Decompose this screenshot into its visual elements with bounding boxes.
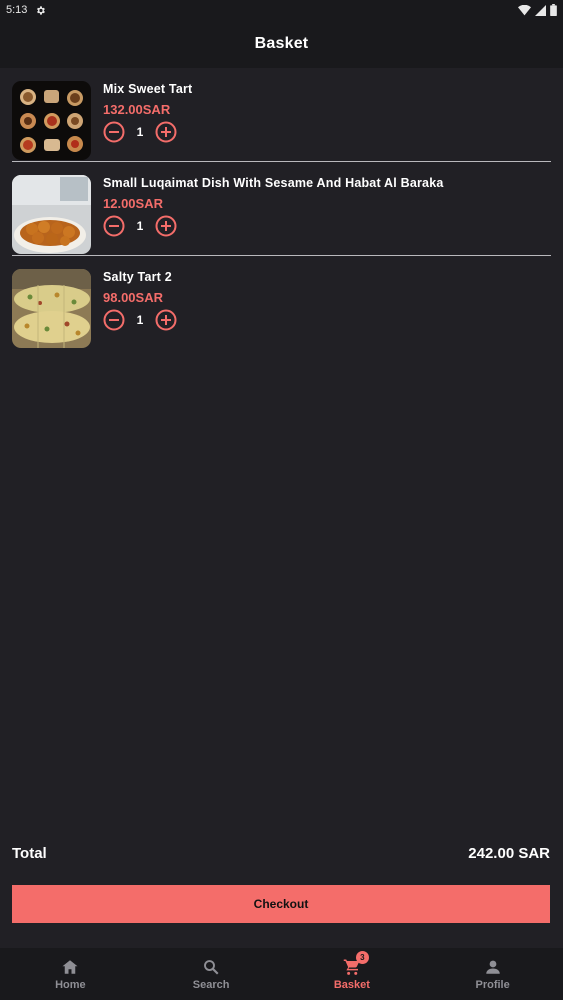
- cart-count-badge: 3: [355, 950, 369, 964]
- nav-item-home[interactable]: Home: [0, 948, 141, 1000]
- cart-icon-wrapper: 3: [343, 950, 369, 976]
- battery-icon: [550, 4, 557, 16]
- app-bar: Basket: [0, 20, 563, 68]
- total-label: Total: [12, 845, 47, 862]
- product-name: Mix Sweet Tart: [103, 82, 193, 96]
- quantity-value: 1: [136, 313, 144, 327]
- minus-circle-icon[interactable]: [103, 309, 125, 331]
- product-price: 12.00SAR: [103, 196, 163, 211]
- minus-circle-icon[interactable]: [103, 215, 125, 237]
- plus-circle-icon[interactable]: [155, 309, 177, 331]
- product-image: [12, 175, 91, 254]
- status-time: 5:13: [6, 4, 28, 16]
- settings-gear-icon: [37, 5, 46, 15]
- nav-label: Profile: [475, 978, 510, 991]
- checkout-button[interactable]: Checkout: [12, 885, 550, 923]
- total-row: Total 242.00 SAR: [12, 845, 550, 862]
- nav-label: Home: [55, 978, 86, 991]
- quantity-stepper: 1: [103, 121, 551, 143]
- bottom-nav: Home Search 3 Basket Profile: [0, 948, 563, 1000]
- nav-item-basket[interactable]: 3 Basket: [282, 948, 423, 1000]
- nav-item-profile[interactable]: Profile: [422, 948, 563, 1000]
- quantity-value: 1: [136, 125, 144, 139]
- basket-item[interactable]: Salty Tart 2 98.00SAR 1: [12, 256, 551, 350]
- wifi-icon: [518, 4, 531, 15]
- plus-circle-icon[interactable]: [155, 215, 177, 237]
- page-title: Basket: [254, 35, 309, 52]
- product-name: Small Luqaimat Dish With Sesame And Haba…: [103, 176, 444, 190]
- person-icon: [485, 960, 500, 974]
- nav-item-search[interactable]: Search: [141, 948, 282, 1000]
- product-name: Salty Tart 2: [103, 270, 172, 284]
- nav-label: Search: [192, 978, 230, 991]
- quantity-stepper: 1: [103, 309, 551, 331]
- basket-item[interactable]: Mix Sweet Tart 132.00SAR 1: [12, 68, 551, 162]
- product-image: [12, 269, 91, 348]
- nav-label: Basket: [333, 978, 370, 991]
- minus-circle-icon[interactable]: [103, 121, 125, 143]
- quantity-stepper: 1: [103, 215, 551, 237]
- product-price: 132.00SAR: [103, 102, 171, 117]
- product-price: 98.00SAR: [103, 290, 163, 305]
- basket-item[interactable]: Small Luqaimat Dish With Sesame And Haba…: [12, 162, 551, 256]
- basket-list: Mix Sweet Tart 132.00SAR 1 Small Luqaima…: [12, 68, 551, 350]
- cell-signal-icon: [535, 4, 546, 16]
- status-bar: 5:13: [0, 0, 563, 20]
- plus-circle-icon[interactable]: [155, 121, 177, 143]
- search-icon: [204, 959, 219, 974]
- status-indicators: [518, 4, 557, 16]
- product-image: [12, 81, 91, 160]
- home-icon: [62, 959, 78, 974]
- total-value: 242.00 SAR: [468, 845, 550, 862]
- quantity-value: 1: [136, 219, 144, 233]
